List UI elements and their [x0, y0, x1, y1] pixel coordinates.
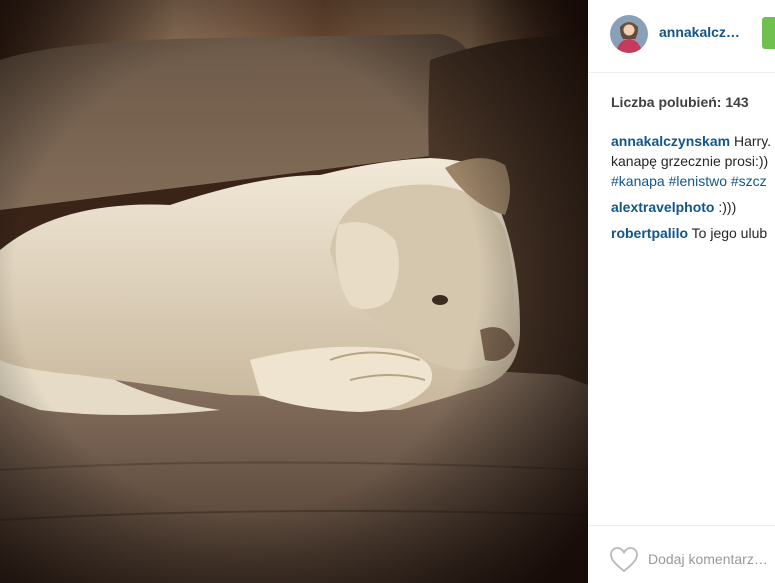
comment-item: robertpalilo To jego ulub	[611, 223, 775, 243]
comment-caption: annakalczynskam Harry. kanapę grzecznie …	[611, 131, 775, 191]
hashtag-link[interactable]: #kanapa	[611, 173, 665, 189]
comment-text: Harry.	[730, 133, 772, 149]
comment-item: alextravelphoto :)))	[611, 197, 775, 217]
follow-button[interactable]	[762, 17, 775, 49]
avatar[interactable]	[610, 15, 648, 53]
likes-count: Liczba polubień: 143	[611, 94, 749, 110]
comment-author[interactable]: alextravelphoto	[611, 199, 714, 215]
comment-text: To jego ulub	[688, 225, 768, 241]
add-comment-input[interactable]	[648, 551, 775, 567]
instagram-post: annakalcz… Liczba polubień: 143 annakalc…	[0, 0, 775, 583]
post-image[interactable]	[0, 0, 588, 583]
comment-text-continued: kanapę grzecznie prosi:))	[611, 153, 769, 169]
comment-text: :)))	[714, 199, 737, 215]
post-sidebar: annakalcz… Liczba polubień: 143 annakalc…	[588, 0, 775, 583]
post-footer	[588, 525, 775, 583]
username-link[interactable]: annakalcz…	[659, 24, 740, 40]
comment-author[interactable]: annakalczynskam	[611, 133, 730, 149]
comment-author[interactable]: robertpalilo	[611, 225, 688, 241]
heart-icon[interactable]	[610, 547, 638, 573]
post-header: annakalcz…	[588, 0, 775, 73]
comment-list: annakalczynskam Harry. kanapę grzecznie …	[611, 131, 775, 249]
hashtag-link[interactable]: #lenistwo	[669, 173, 727, 189]
dog-on-sofa-photo	[0, 0, 588, 583]
hashtag-link[interactable]: #szcz	[731, 173, 767, 189]
avatar-image	[610, 15, 648, 53]
